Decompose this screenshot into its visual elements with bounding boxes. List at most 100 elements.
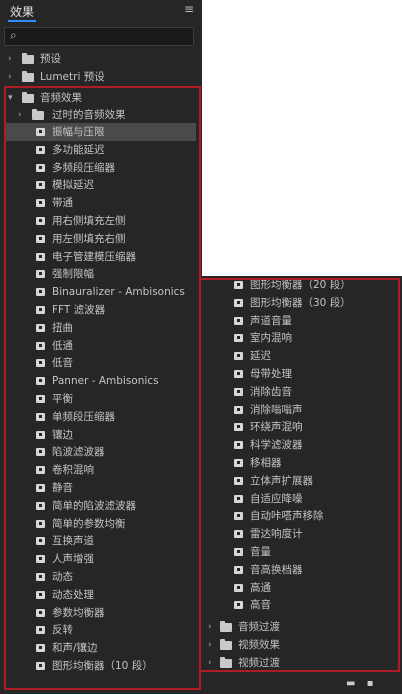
tree-folder[interactable]: › Lumetri 预设 <box>0 68 200 86</box>
effect-label: 卷积混响 <box>52 464 94 476</box>
effect-label: 人声增强 <box>52 553 94 565</box>
effect-label: FFT 滤波器 <box>52 304 106 316</box>
chevron-right-icon[interactable]: › <box>208 618 212 636</box>
audio-effect-icon <box>36 537 45 545</box>
folder-label: 音频过渡 <box>238 621 280 633</box>
audio-effect-icon <box>234 352 243 360</box>
tree-item-effect[interactable]: 音高换档器 <box>202 561 398 579</box>
delete-icon[interactable]: ▪ <box>367 678 374 689</box>
chevron-right-icon[interactable]: › <box>208 654 212 672</box>
audio-effect-icon <box>36 431 45 439</box>
panel-header: 效果 ≡ <box>0 0 202 22</box>
tree-item-effect[interactable]: Binauralizer - Ambisonics <box>6 283 196 301</box>
tree-item-effect[interactable]: 陷波滤波器 <box>6 443 196 461</box>
audio-effect-icon <box>36 520 45 528</box>
tree-item-effect[interactable]: 图形均衡器（20 段） <box>202 276 398 294</box>
effects-panel-overflow: 图形均衡器（20 段） 图形均衡器（30 段） 声道音量室内混响 延迟 母带处理 消除齿音… <box>202 276 402 694</box>
audio-effect-icon <box>234 601 243 609</box>
tree-folder[interactable]: › 预设 <box>0 50 200 68</box>
audio-effect-icon <box>36 395 45 403</box>
effects-panel: 效果 ≡ ⌕ › 预设 › Lumetri 预设 ▾ 音频效果 › 过时的音频效果 振幅与压限多… <box>0 0 202 694</box>
audio-effect-icon <box>36 253 45 261</box>
tree-item-effect[interactable]: 互换声道 <box>6 532 196 550</box>
tree-item-effect[interactable]: 移相器 <box>202 454 398 472</box>
tree-item-effect[interactable]: 用右侧填充左侧 <box>6 212 196 230</box>
effect-label: 声道音量 <box>250 315 292 327</box>
folder-label: 预设 <box>40 53 61 65</box>
tree-folder[interactable]: ▾ 音频效果 <box>0 89 200 107</box>
folder-label: 视频效果 <box>238 639 280 651</box>
tree-item-effect[interactable]: 扭曲 <box>6 319 196 337</box>
tree-item-effect[interactable]: 卷积混响 <box>6 461 196 479</box>
tree-item-effect[interactable]: 电子管建模压缩器 <box>6 248 196 266</box>
tree-folder[interactable]: › 视频效果 <box>202 636 398 654</box>
effect-label: 雷达响度计 <box>250 528 303 540</box>
chevron-right-icon[interactable]: › <box>18 106 22 124</box>
chevron-down-icon[interactable]: ▾ <box>8 89 13 107</box>
folder-icon <box>22 71 34 82</box>
tree-item-effect[interactable]: FFT 滤波器 <box>6 301 196 319</box>
tree-item-effect[interactable]: 高通 <box>202 579 398 597</box>
panel-menu-icon[interactable]: ≡ <box>184 2 194 16</box>
tree-item-effect[interactable]: 单频段压缩器 <box>6 408 196 426</box>
tree-item-effect[interactable]: 平衡 <box>6 390 196 408</box>
tree-item-effect[interactable]: 和声/镶边 <box>6 639 196 657</box>
tree-item-effect[interactable]: 延迟 <box>202 347 398 365</box>
tree-folder[interactable]: › 音频过渡 <box>202 618 398 636</box>
tree-item-effect[interactable]: 声道音量 <box>202 312 398 330</box>
tree-item-effect[interactable]: 模拟延迟 <box>6 176 196 194</box>
tree-item-effect[interactable]: 反转 <box>6 621 196 639</box>
effect-label: 电子管建模压缩器 <box>52 251 136 263</box>
effect-label: 单频段压缩器 <box>52 411 115 423</box>
tree-item-effect[interactable]: 科学滤波器 <box>202 436 398 454</box>
tree-item-effect[interactable]: 用左侧填充右侧 <box>6 230 196 248</box>
tree-item-effect[interactable]: 低通 <box>6 337 196 355</box>
effect-label: 陷波滤波器 <box>52 446 105 458</box>
tree-item-effect[interactable]: 音量 <box>202 543 398 561</box>
chevron-right-icon[interactable]: › <box>8 50 12 68</box>
tree-item-effect[interactable]: 静音 <box>6 479 196 497</box>
tree-item-effect[interactable]: 室内混响 <box>202 329 398 347</box>
tree-item-effect[interactable]: 高音 <box>202 596 398 614</box>
panel-title[interactable]: 效果 <box>10 3 34 20</box>
tree-item-effect[interactable]: 图形均衡器（30 段） <box>202 294 398 312</box>
chevron-right-icon[interactable]: › <box>208 636 212 654</box>
tree-item-effect[interactable]: 环绕声混响 <box>202 418 398 436</box>
tree-folder[interactable]: › 视频过渡 <box>202 654 398 672</box>
tree-item-effect[interactable]: 动态处理 <box>6 586 196 604</box>
tree-item-effect[interactable]: 人声增强 <box>6 550 196 568</box>
tree-item-effect[interactable]: 图形均衡器（10 段） <box>6 657 196 675</box>
tree-folder[interactable]: › 过时的音频效果 <box>0 106 196 124</box>
tree-item-effect[interactable]: 母带处理 <box>202 365 398 383</box>
new-folder-icon[interactable]: ▬ <box>346 678 355 689</box>
audio-effect-icon <box>36 377 45 385</box>
folder-icon <box>22 92 34 103</box>
audio-effect-icon <box>36 626 45 634</box>
effect-label: Panner - Ambisonics <box>52 375 159 387</box>
tree-item-effect[interactable]: 多功能延迟 <box>6 141 196 159</box>
tree-item-effect[interactable]: 自动咔嗒声移除 <box>202 507 398 525</box>
tree-item-effect[interactable]: 强制限幅 <box>6 265 196 283</box>
search-input[interactable]: ⌕ <box>4 27 194 46</box>
audio-effect-icon <box>36 235 45 243</box>
tree-item-effect[interactable]: 振幅与压限 <box>6 123 196 141</box>
tree-item-effect[interactable]: 简单的参数均衡 <box>6 515 196 533</box>
audio-effect-icon <box>234 317 243 325</box>
tree-item-effect[interactable]: 自适应降噪 <box>202 490 398 508</box>
audio-effect-icon <box>36 342 45 350</box>
tree-item-effect[interactable]: 参数均衡器 <box>6 604 196 622</box>
tree-item-effect[interactable]: 低音 <box>6 354 196 372</box>
tree-item-effect[interactable]: 简单的陷波滤波器 <box>6 497 196 515</box>
tree-item-effect[interactable]: 多频段压缩器 <box>6 159 196 177</box>
tree-item-effect[interactable]: 雷达响度计 <box>202 525 398 543</box>
tree-item-effect[interactable]: 动态 <box>6 568 196 586</box>
chevron-right-icon[interactable]: › <box>8 68 12 86</box>
tree-item-effect[interactable]: 带通 <box>6 194 196 212</box>
tree-item-effect[interactable]: 镶边 <box>6 426 196 444</box>
effect-label: 高音 <box>250 599 271 611</box>
effect-label: 低通 <box>52 340 73 352</box>
tree-item-effect[interactable]: 消除嗡嗡声 <box>202 401 398 419</box>
tree-item-effect[interactable]: 消除齿音 <box>202 383 398 401</box>
tree-item-effect[interactable]: 立体声扩展器 <box>202 472 398 490</box>
tree-item-effect[interactable]: Panner - Ambisonics <box>6 372 196 390</box>
